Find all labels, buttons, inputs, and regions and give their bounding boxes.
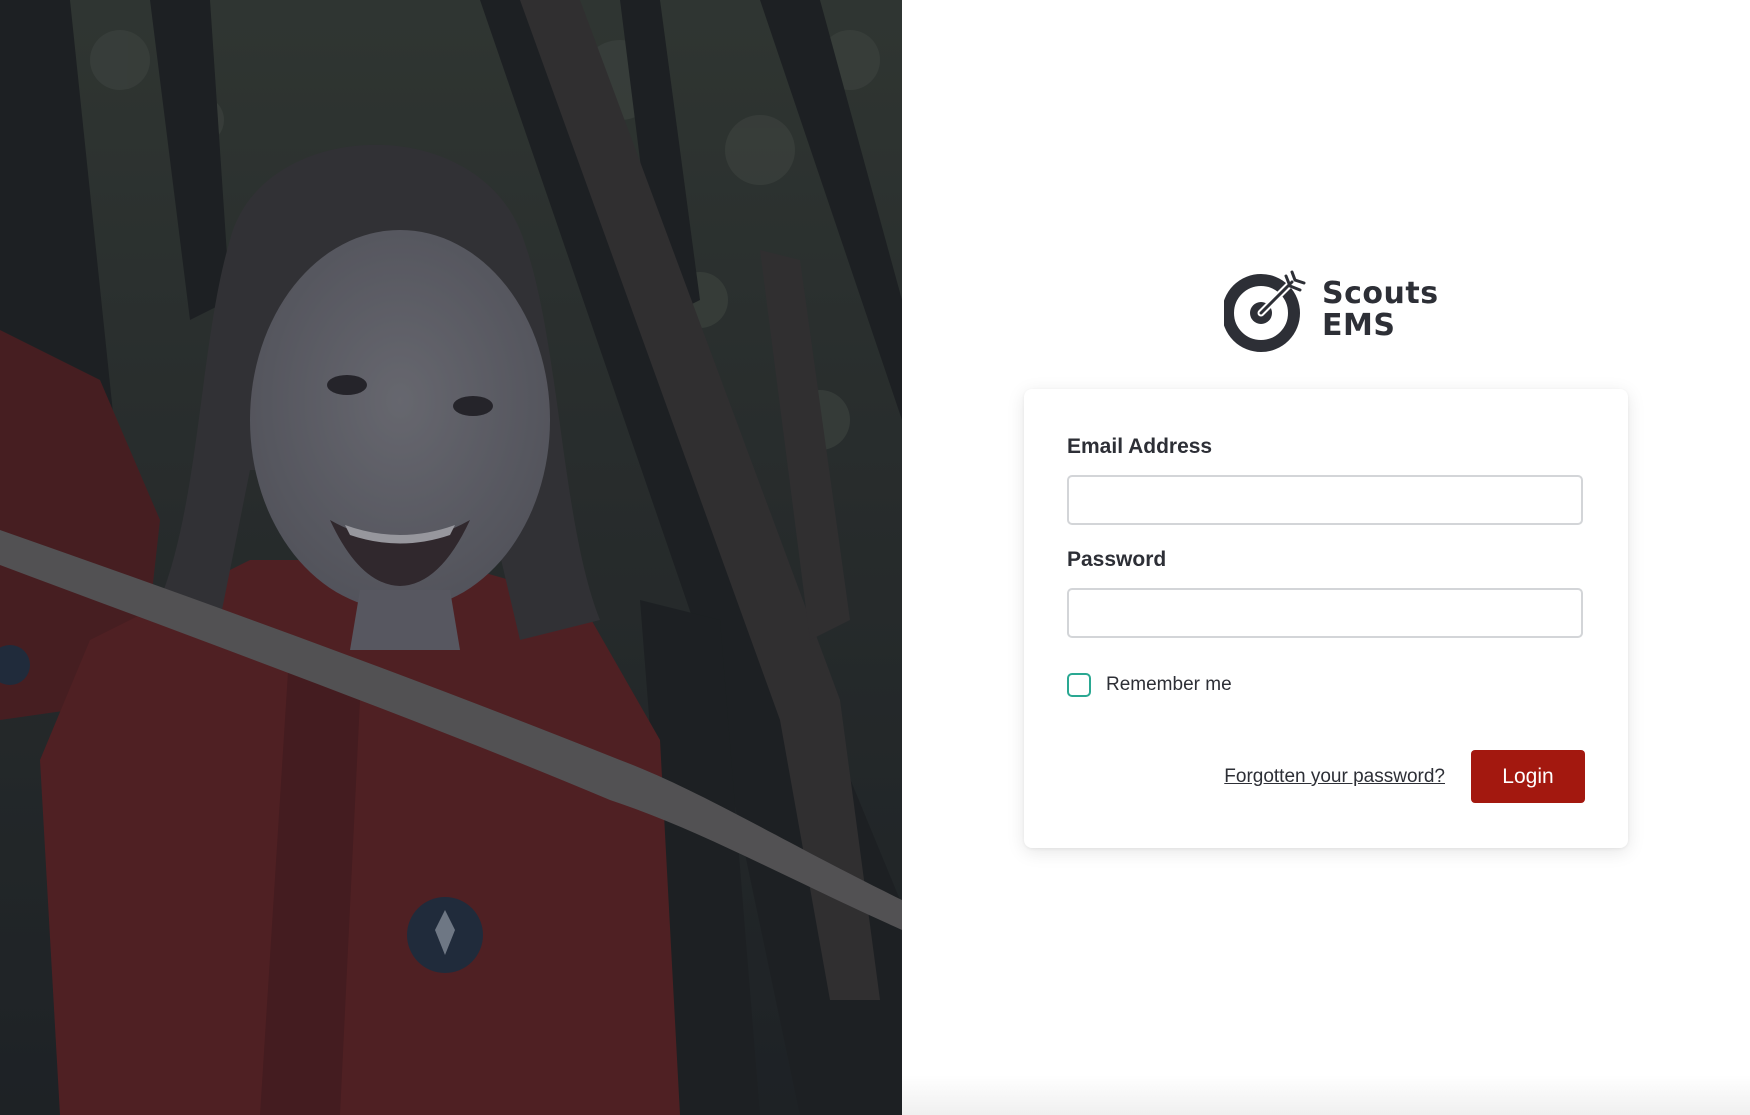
target-arrow-icon	[1224, 270, 1306, 352]
remember-me-checkbox[interactable]	[1067, 673, 1091, 697]
password-field[interactable]	[1067, 588, 1583, 638]
remember-me-label: Remember me	[1106, 674, 1232, 695]
login-card: Email Address Password Remember me Forgo…	[1024, 389, 1628, 848]
forgot-password-link[interactable]: Forgotten your password?	[1224, 766, 1445, 788]
email-label: Email Address	[1067, 435, 1213, 458]
remember-me-row[interactable]: Remember me	[1067, 673, 1232, 697]
scout-photo	[0, 0, 902, 1115]
brand-logo: Scouts EMS	[1224, 268, 1444, 352]
login-button[interactable]: Login	[1471, 750, 1585, 803]
bottom-fade	[902, 1075, 1750, 1115]
login-page: Scouts EMS Email Address Password Rememb…	[0, 0, 1750, 1115]
password-label: Password	[1067, 548, 1167, 571]
auth-area: Scouts EMS Email Address Password Rememb…	[902, 0, 1750, 1115]
hero-photo	[0, 0, 902, 1115]
brand-name-line2: EMS	[1322, 308, 1396, 343]
brand-name-line1: Scouts	[1322, 276, 1439, 311]
email-field[interactable]	[1067, 475, 1583, 525]
brand-name: Scouts EMS	[1322, 278, 1439, 342]
